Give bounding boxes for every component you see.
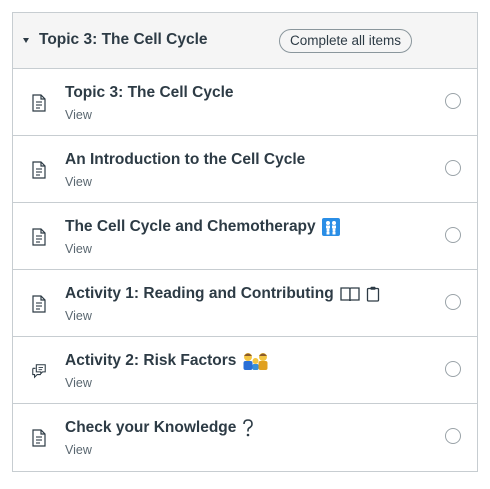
item-title-link[interactable]: The Cell Cycle and Chemotherapy bbox=[65, 218, 340, 236]
complete-all-items-button[interactable]: Complete all items bbox=[279, 29, 413, 53]
item-view-label: View bbox=[65, 175, 92, 189]
page-icon bbox=[32, 228, 46, 246]
completion-radio[interactable] bbox=[445, 361, 461, 377]
module-container: Topic 3: The Cell Cycle Complete all ite… bbox=[12, 12, 478, 472]
people-grid-emoji-icon bbox=[321, 218, 340, 236]
family-emoji-icon bbox=[243, 353, 268, 370]
item-view-label: View bbox=[65, 309, 92, 323]
module-title[interactable]: Topic 3: The Cell Cycle bbox=[39, 31, 208, 49]
page-icon bbox=[32, 161, 46, 179]
module-item[interactable]: Check your Knowledge View bbox=[13, 404, 477, 471]
module-item[interactable]: Activity 1: Reading and Contributing Vie… bbox=[13, 270, 477, 337]
item-view-label: View bbox=[65, 108, 92, 122]
item-title-link[interactable]: Activity 2: Risk Factors bbox=[65, 352, 270, 370]
module-item[interactable]: The Cell Cycle and Chemotherapy View bbox=[13, 203, 477, 270]
item-title-link[interactable]: An Introduction to the Cell Cycle bbox=[65, 151, 305, 169]
item-title-link[interactable]: Topic 3: The Cell Cycle bbox=[65, 84, 234, 102]
module-item[interactable]: Activity 2: Risk Factors View bbox=[13, 337, 477, 404]
page-icon bbox=[32, 94, 46, 112]
item-title-text[interactable]: Activity 1: Reading and Contributing bbox=[65, 285, 334, 303]
module-header[interactable]: Topic 3: The Cell Cycle Complete all ite… bbox=[13, 13, 477, 69]
item-title-link[interactable]: Check your Knowledge bbox=[65, 419, 254, 437]
completion-radio[interactable] bbox=[445, 428, 461, 444]
module-item[interactable]: Topic 3: The Cell Cycle View bbox=[13, 69, 477, 136]
clipboard-emoji-icon bbox=[366, 286, 379, 302]
item-title-link[interactable]: Activity 1: Reading and Contributing bbox=[65, 285, 380, 303]
item-title-text[interactable]: An Introduction to the Cell Cycle bbox=[65, 151, 305, 169]
question-mark-emoji-icon bbox=[243, 419, 254, 437]
item-title-text[interactable]: Topic 3: The Cell Cycle bbox=[65, 84, 234, 102]
page-icon bbox=[32, 429, 46, 447]
completion-radio[interactable] bbox=[445, 160, 461, 176]
item-view-label: View bbox=[65, 242, 92, 256]
item-view-label: View bbox=[65, 376, 92, 390]
page-icon bbox=[32, 295, 46, 313]
discussion-icon bbox=[32, 364, 46, 379]
item-title-text[interactable]: The Cell Cycle and Chemotherapy bbox=[65, 218, 316, 236]
item-title-text[interactable]: Check your Knowledge bbox=[65, 419, 236, 437]
module-item[interactable]: An Introduction to the Cell Cycle View bbox=[13, 136, 477, 203]
item-title-text[interactable]: Activity 2: Risk Factors bbox=[65, 352, 236, 370]
completion-radio[interactable] bbox=[445, 93, 461, 109]
open-book-emoji-icon bbox=[340, 287, 360, 302]
completion-radio[interactable] bbox=[445, 294, 461, 310]
completion-radio[interactable] bbox=[445, 227, 461, 243]
item-view-label: View bbox=[65, 443, 92, 457]
caret-down-icon[interactable] bbox=[23, 38, 29, 43]
